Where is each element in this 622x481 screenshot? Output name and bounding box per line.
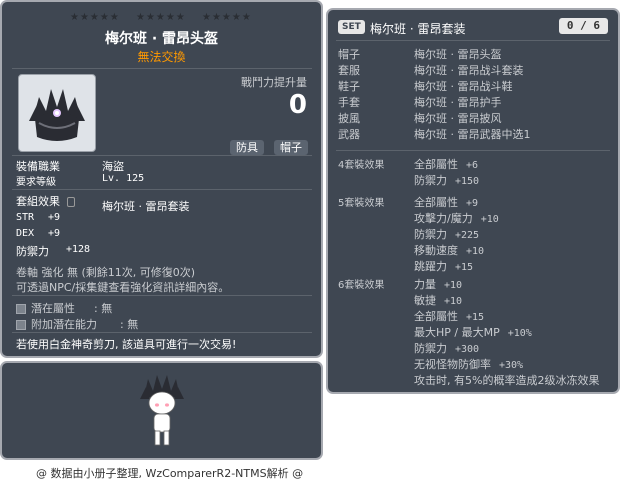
set-badge: SET [338,20,365,34]
potential-checkbox-icon [16,304,26,314]
power-label: 戰鬥力提升量 [241,76,307,89]
stat-def-name: 防禦力 [16,245,49,258]
set-effect-tier-label: 5套裝效果 [338,198,385,209]
set-piece-name: 梅尔班 · 雷昂战斗套装 [414,64,524,77]
set-piece-type: 帽子 [338,48,360,61]
stat-str-name: STR [16,212,35,223]
tag-hat: 帽子 [274,140,308,155]
set-effect-name: 梅尔班 · 雷昂套装 [102,200,190,213]
set-effect-stat-name: 无视怪物防御率 +30% [414,358,524,371]
set-effect-stat-value: +225 [455,230,480,241]
character-preview-panel [0,361,323,460]
item-icon-frame [18,74,96,152]
set-effect-stat-value: +10 [444,280,463,291]
set-effect-stat-value: +30% [499,360,524,371]
add-potential-value: : 無 [120,318,139,331]
set-effect-stat-value: +9 [466,198,479,209]
potential-row: 潛在屬性 [16,300,75,316]
helmet-icon [29,89,85,141]
item-tooltip-panel: ★★★★★ ★★★★★ ★★★★★ 梅尔班 · 雷昂头盔 無法交換 戰鬥力提升量… [0,0,323,358]
set-effect-stat-name: 攻擊力/魔力 +10 [414,212,499,225]
add-potential-row: 附加潛在能力 [16,316,97,332]
potential-label: 潛在屬性 [31,302,75,315]
job-value: 海盜 [102,160,124,173]
power-value: 0 [288,90,307,120]
star-group-1: ★★★★★ [70,12,120,23]
set-piece-type: 武器 [338,128,360,141]
add-potential-label: 附加潛在能力 [31,318,97,331]
set-effect-stat-name: 全部屬性 +15 [414,310,485,323]
stat-def-value: +128 [66,244,91,255]
set-effect-stat-value: +10 [480,214,499,225]
set-effect-stat-value: +10 [444,296,463,307]
set-piece-type: 鞋子 [338,80,360,93]
set-effect-stat-name: 全部屬性 +9 [414,196,479,209]
set-effect-stat-name: 全部屬性 +6 [414,158,479,171]
set-effect-tier-label: 6套裝效果 [338,280,385,291]
set-title: 梅尔班 · 雷昂套装 [370,22,466,36]
footer-credit: @ 数据由小册子整理, WzComparerR2-NTMS解析 @ [36,467,304,480]
set-effect-stat-value: +300 [455,344,480,355]
tag-armor: 防具 [230,140,264,155]
set-effect-stat-name: 防禦力 +225 [414,228,480,241]
set-piece-type: 披風 [338,112,360,125]
star-group-3: ★★★★★ [202,12,252,23]
set-effect-stat-name: 敏捷 +10 [414,294,463,307]
set-effect-stat-name: 跳躍力 +15 [414,260,474,273]
set-piece-type: 手套 [338,96,360,109]
stat-dex-value: +9 [48,228,61,239]
npc-info: 可透過NPC/採集鍵查看強化資訊詳細內容。 [16,281,230,294]
set-piece-name: 梅尔班 · 雷昂护手 [414,96,502,109]
level-label: 要求等級 [16,177,56,188]
set-effect-label: 套組效果 [16,193,75,209]
set-panel: SET 梅尔班 · 雷昂套装 0 / 6 帽子 梅尔班 · 雷昂头盔 套服 梅尔班 ·… [326,8,620,394]
lock-icon [66,197,75,207]
trade-status: 無法交換 [137,50,186,64]
stat-dex-name: DEX [16,228,35,239]
set-count: 0 / 6 [558,18,608,34]
set-effect-stat-value: +10 [466,246,485,257]
character-preview [140,375,184,446]
job-label: 裝備職業 [16,160,60,173]
set-piece-name: 梅尔班 · 雷昂披风 [414,112,502,125]
star-group-2: ★★★★★ [136,12,186,23]
set-effect-stat-name: 攻击时, 有5%的概率造成2级冰冻效果 [414,374,600,387]
set-effect-stat-value: +150 [455,176,480,187]
scissors-note: 若使用白金神奇剪刀, 該道具可進行一次交易! [16,338,237,351]
set-piece-type: 套服 [338,64,360,77]
add-potential-checkbox-icon [16,320,26,330]
set-effect-stat-name: 力量 +10 [414,278,463,291]
set-piece-name: 梅尔班 · 雷昂武器中选1 [414,128,531,141]
set-effect-stat-value: +6 [466,160,479,171]
level-value: Lv. 125 [102,173,145,184]
set-piece-name: 梅尔班 · 雷昂战斗鞋 [414,80,513,93]
set-effect-stat-name: 最大HP / 最大MP +10% [414,326,532,339]
set-effect-tier-label: 4套裝效果 [338,160,385,171]
set-effect-stat-name: 防禦力 +300 [414,342,480,355]
potential-value: : 無 [94,302,113,315]
set-effect-stat-value: +15 [466,312,485,323]
set-piece-name: 梅尔班 · 雷昂头盔 [414,48,502,61]
set-effect-stat-value: +15 [455,262,474,273]
set-effect-stat-value: +10% [507,328,532,339]
scroll-info: 卷軸 強化 無 (剩餘11次, 可修復0次) [16,266,196,279]
set-effect-stat-name: 移動速度 +10 [414,244,485,257]
item-name: 梅尔班 · 雷昂头盔 [104,31,219,47]
set-effect-stat-name: 防禦力 +150 [414,174,480,187]
stat-str-value: +9 [48,212,61,223]
set-effect-label-text: 套組效果 [16,195,60,208]
